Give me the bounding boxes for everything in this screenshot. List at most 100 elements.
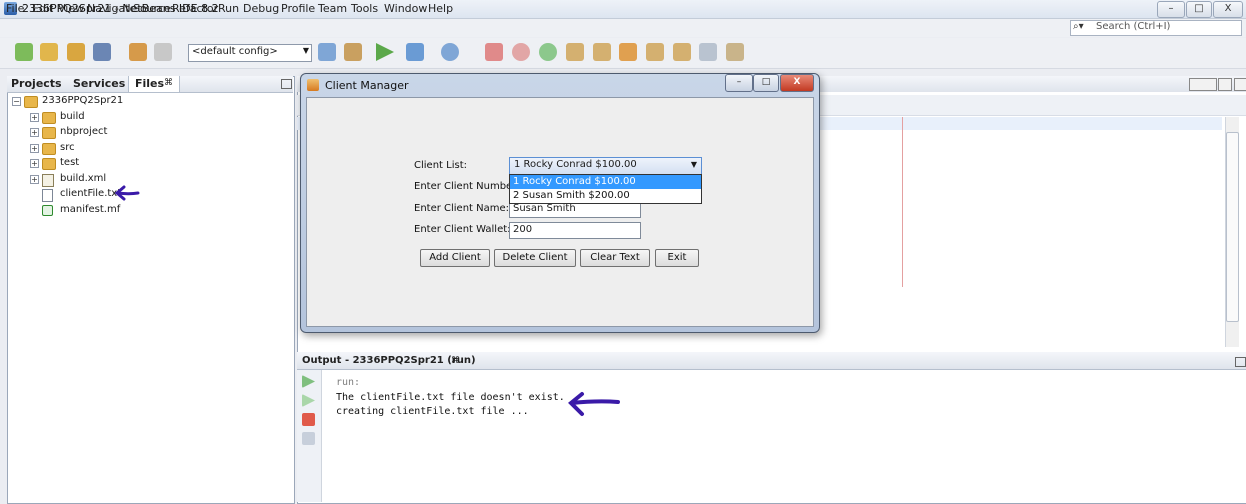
client-wallet-field[interactable]: 200 (509, 222, 641, 239)
chevron-down-icon: ▼ (302, 46, 309, 55)
client-option[interactable]: 1 Rocky Conrad $100.00 (510, 175, 701, 189)
tab-projects[interactable]: Projects (11, 77, 62, 90)
pause-icon[interactable] (512, 43, 530, 61)
output-tab-close-icon[interactable]: ⌘ (451, 356, 460, 366)
delete-client-button[interactable]: Delete Client (494, 249, 576, 267)
add-client-button[interactable]: Add Client (420, 249, 490, 267)
watch-icon[interactable] (699, 43, 717, 61)
files-panel (7, 76, 295, 504)
editor-scrollbar-thumb[interactable] (1226, 132, 1239, 322)
chevron-down-icon: ▼ (690, 160, 697, 169)
folder-icon (42, 158, 56, 170)
config-select[interactable]: <default config> ▼ (188, 44, 312, 62)
client-list-selected: 1 Rocky Conrad $100.00 (514, 159, 637, 170)
client-list-select[interactable]: 1 Rocky Conrad $100.00 ▼ (509, 157, 702, 175)
expand-icon[interactable]: + (30, 174, 39, 184)
stop-run-icon[interactable] (302, 413, 315, 426)
tab-services[interactable]: Services (73, 77, 125, 90)
client-list-dropdown: 1 Rocky Conrad $100.00 2 Susan Smith $20… (509, 174, 702, 204)
expand-icon[interactable]: + (30, 112, 39, 122)
annotation-arrow-icon (114, 185, 140, 201)
tree-item-label: build.xml (60, 172, 107, 184)
expand-icon[interactable]: + (30, 128, 39, 137)
folder-icon (42, 111, 56, 124)
output-line: creating clientFile.txt file ... (336, 406, 529, 417)
menu-edit[interactable]: Edit (32, 2, 53, 15)
menu-profile[interactable]: Profile (281, 2, 315, 15)
client-option-label: 1 Rocky Conrad $100.00 (513, 176, 636, 187)
build-icon[interactable] (318, 43, 336, 61)
menu-navigate[interactable]: Navigate (87, 2, 136, 15)
apply-changes-icon[interactable] (673, 43, 691, 61)
menu-debug[interactable]: Debug (243, 2, 279, 15)
step-into-icon[interactable] (593, 43, 611, 61)
debug-icon[interactable] (406, 43, 424, 61)
menu-help[interactable]: Help (428, 2, 453, 15)
expand-icon[interactable]: + (30, 143, 39, 153)
save-all-icon[interactable] (93, 43, 111, 61)
manifest-file-icon (42, 204, 53, 216)
redo-icon[interactable] (154, 43, 172, 61)
step-over-icon[interactable] (566, 43, 584, 61)
output-line: The clientFile.txt file doesn't exist. (336, 392, 565, 403)
tree-item-label: 2336PPQ2Spr21 (42, 95, 124, 106)
continue-icon[interactable] (539, 43, 557, 61)
client-name-value: Susan Smith (513, 203, 576, 214)
folder-icon (42, 127, 56, 139)
tab-list-icon[interactable] (1218, 78, 1232, 91)
menu-file[interactable]: File (6, 2, 24, 15)
stop-icon[interactable] (485, 43, 503, 61)
menu-team[interactable]: Team (318, 2, 347, 15)
menubar (0, 19, 1246, 37)
clean-build-icon[interactable] (344, 43, 362, 61)
tree-item-label: build (60, 110, 85, 122)
tree-item-label: manifest.mf (60, 203, 121, 215)
xml-file-icon (42, 173, 54, 187)
dialog-minimize-button[interactable]: – (725, 74, 753, 92)
maximize-button[interactable]: □ (1186, 1, 1212, 18)
client-option-label: 2 Susan Smith $200.00 (513, 190, 630, 201)
tab-files-close-icon[interactable]: ⌘ (164, 78, 173, 88)
undo-icon[interactable] (129, 43, 147, 61)
menu-tools[interactable]: Tools (351, 2, 378, 15)
collapse-icon[interactable]: − (12, 97, 21, 106)
output-minimize-icon[interactable] (1235, 357, 1246, 367)
search-placeholder: Search (Ctrl+I) (1096, 21, 1171, 32)
editor-minimize-icon[interactable] (1234, 78, 1246, 91)
expand-icon[interactable]: + (30, 159, 39, 168)
menu-source[interactable]: Source (133, 2, 171, 15)
menu-view[interactable]: View (58, 2, 84, 15)
clear-text-button[interactable]: Clear Text (580, 249, 650, 267)
output-line: run: (336, 377, 361, 388)
client-number-label: Enter Client Number: (414, 181, 520, 192)
new-file-icon[interactable] (15, 43, 33, 61)
client-option[interactable]: 2 Susan Smith $200.00 (510, 189, 701, 203)
minimize-button[interactable]: – (1157, 1, 1185, 18)
minimize-panel-icon[interactable] (281, 79, 292, 89)
folder-icon (42, 142, 56, 155)
menu-window[interactable]: Window (384, 2, 427, 15)
new-project-icon[interactable] (40, 43, 58, 61)
dialog-maximize-button[interactable]: □ (753, 74, 779, 92)
close-button[interactable]: X (1213, 1, 1243, 18)
client-list-label: Client List: (414, 160, 467, 171)
output-tab-title[interactable]: Output - 2336PPQ2Spr21 (run) (302, 355, 476, 366)
snapshot-icon[interactable] (726, 43, 744, 61)
run-to-cursor-icon[interactable] (646, 43, 664, 61)
menu-run[interactable]: Run (218, 2, 239, 15)
tree-item-label: test (60, 157, 80, 168)
tab-files[interactable]: Files (135, 77, 164, 90)
step-out-icon[interactable] (619, 43, 637, 61)
folder-icon (24, 96, 38, 108)
open-project-icon[interactable] (67, 43, 85, 61)
search-icon: ⌕▾ (1073, 21, 1084, 32)
tree-item-label: nbproject (60, 126, 108, 137)
profile-icon[interactable] (441, 43, 459, 61)
dialog-close-button[interactable]: X (780, 74, 814, 92)
menu-refactor[interactable]: Refactor (172, 2, 218, 15)
tab-scroll-arrows[interactable] (1189, 78, 1217, 91)
exit-button[interactable]: Exit (655, 249, 699, 267)
client-wallet-label: Enter Client Wallet: (414, 224, 511, 235)
settings-icon[interactable] (302, 432, 315, 445)
dialog-title: Client Manager (325, 79, 409, 92)
